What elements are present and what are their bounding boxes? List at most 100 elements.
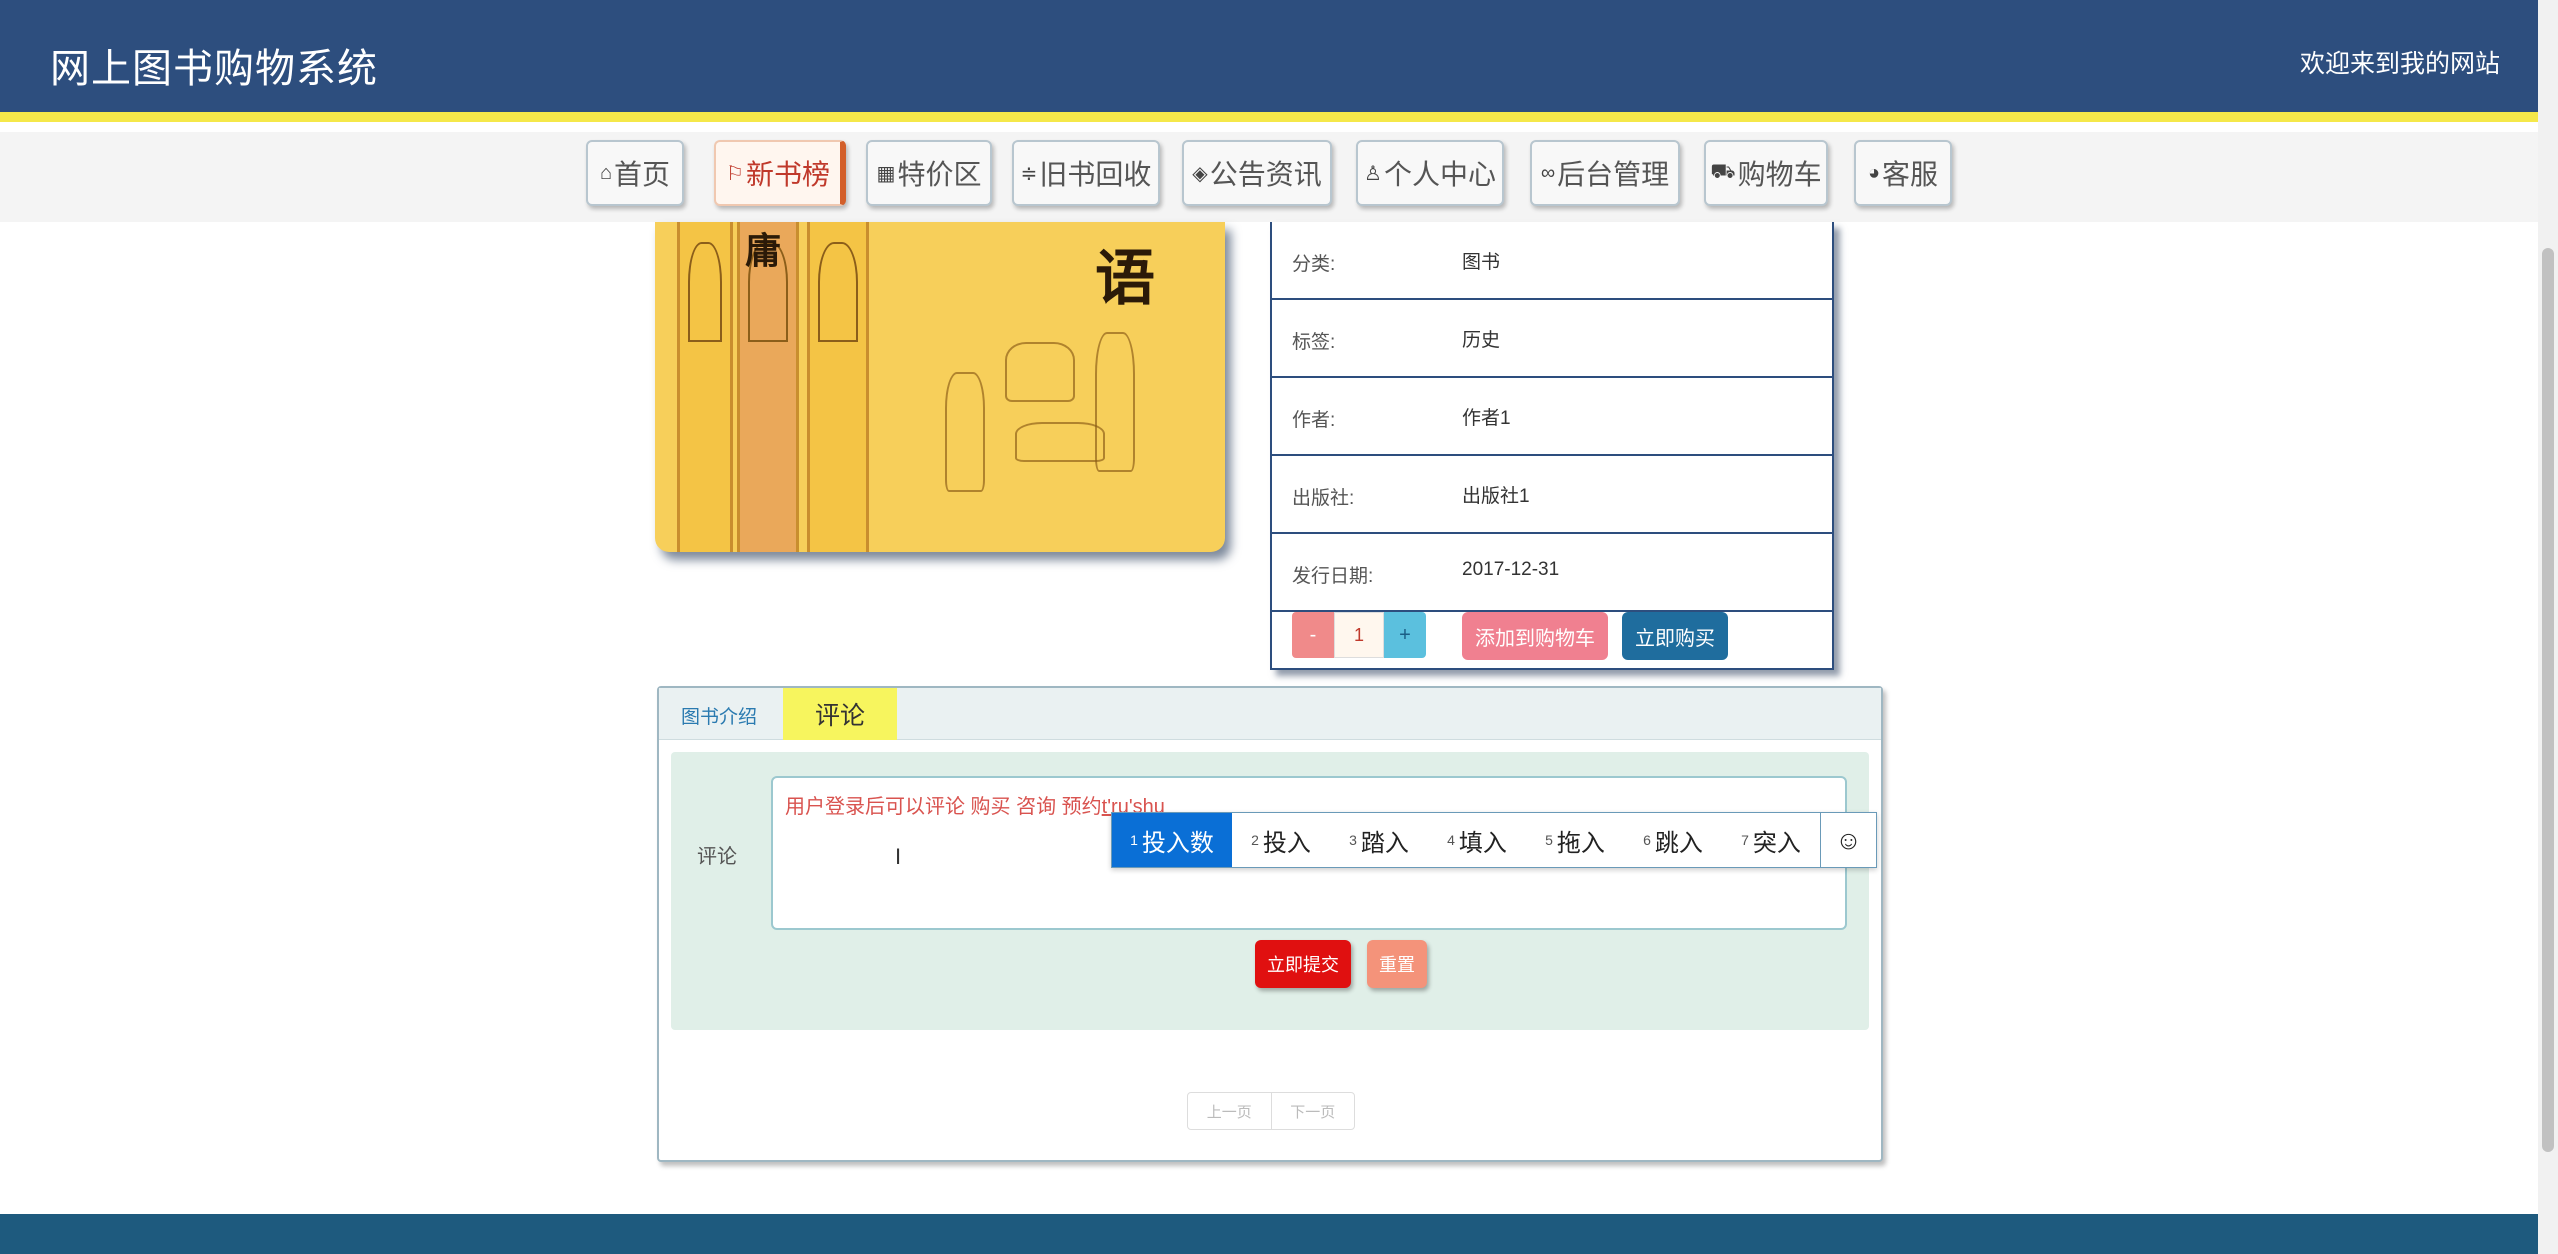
ime-candidate-3[interactable]: 3 踏入 [1330,813,1428,867]
nav-label: 首页 [614,159,671,190]
quantity-increase-button[interactable]: + [1384,612,1426,658]
nav-label: 购物车 [1737,159,1822,190]
scrollbar-thumb[interactable] [2542,248,2554,1152]
candidate-text: 突入 [1752,829,1801,857]
ime-candidate-1[interactable]: 1 投入数 [1112,813,1232,867]
book-cover-image: 庸 语 [655,222,1225,552]
ime-candidate-4[interactable]: 4 填入 [1428,813,1526,867]
home-icon: ⌂ [599,161,613,184]
submit-comment-button[interactable]: 立即提交 [1255,940,1351,988]
info-row-tag: 标签: 历史 [1272,300,1832,378]
info-key: 作者: [1292,410,1336,431]
info-value: 出版社1 [1462,486,1530,507]
candidate-text: 投入 [1262,829,1311,857]
cover-illustration [1015,422,1105,462]
reset-button[interactable]: 重置 [1367,940,1427,988]
book-tabs-panel: 图书介绍 评论 评论 用户登录后可以评论 购买 咨询 预约t'ru'shu I … [657,686,1883,1162]
nav-profile-button[interactable]: ♙ 个人中心 [1356,140,1504,206]
comment-text: 用户登录后可以评论 购买 咨询 预约t'ru'shu [785,790,1165,819]
ime-candidate-bar: 1 投入数 2 投入 3 踏入 4 填入 5 拖入 6 跳入 7 突入 ☺ [1111,812,1877,868]
candidate-index: 1 [1130,832,1138,848]
candidate-index: 6 [1643,832,1651,848]
ime-candidate-7[interactable]: 7 突入 [1722,813,1820,867]
quantity-decrease-button[interactable]: - [1292,612,1334,658]
text-cursor-icon: I [895,844,902,869]
info-value: 图书 [1462,252,1501,273]
user-icon: ♙ [1364,162,1382,185]
link-icon: ∞ [1540,161,1556,184]
info-row-author: 作者: 作者1 [1272,378,1832,456]
buy-now-button[interactable]: 立即购买 [1622,612,1728,660]
info-value: 历史 [1462,330,1501,351]
candidate-index: 2 [1251,832,1259,848]
info-value: 作者1 [1462,408,1511,429]
candidate-text: 填入 [1458,829,1507,857]
tab-book-intro[interactable]: 图书介绍 [681,702,757,729]
nav-label: 特价区 [897,159,982,190]
spine-title: 庸 [745,231,782,271]
ime-candidate-5[interactable]: 5 拖入 [1526,813,1624,867]
candidate-index: 5 [1545,832,1553,848]
next-page-button[interactable]: 下一页 [1270,1093,1355,1129]
candidate-index: 3 [1349,832,1357,848]
nav-news-button[interactable]: ◈ 公告资讯 [1182,140,1332,206]
nav-recycle-button[interactable]: ≑ 旧书回收 [1012,140,1160,206]
info-key: 分类: [1292,254,1336,275]
main-nav: ⌂ 首页 ⚐ 新书榜 ▦ 特价区 ≑ 旧书回收 ◈ 公告资讯 ♙ 个人中心 ∞ 后台管理 ⛟ 购… [0,132,2538,222]
add-to-cart-button[interactable]: 添加到购物车 [1462,612,1608,660]
info-key: 出版社: [1292,488,1355,509]
nav-home-button[interactable]: ⌂ 首页 [586,140,684,206]
info-row-release-date: 发行日期: 2017-12-31 [1272,534,1832,612]
nav-support-button[interactable]: ◕ 客服 [1854,140,1952,206]
nav-label: 个人中心 [1383,159,1496,190]
quantity-input[interactable] [1334,612,1384,658]
site-footer [0,1214,2538,1254]
nav-admin-button[interactable]: ∞ 后台管理 [1530,140,1680,206]
info-key: 标签: [1292,332,1336,353]
tab-bar: 图书介绍 评论 [659,688,1881,740]
nav-cart-button[interactable]: ⛟ 购物车 [1704,140,1828,206]
ime-candidate-6[interactable]: 6 跳入 [1624,813,1722,867]
candidate-text: 拖入 [1556,829,1605,857]
candidate-text: 跳入 [1654,829,1703,857]
nav-label: 后台管理 [1557,159,1670,190]
tab-comments[interactable]: 评论 [783,688,897,740]
nav-label: 旧书回收 [1039,159,1152,190]
emoji-icon[interactable]: ☺ [1820,813,1876,867]
nav-label: 公告资讯 [1209,159,1322,190]
page-scrollbar[interactable] [2538,0,2558,1254]
pagination: 上一页 下一页 [1187,1092,1355,1130]
nav-specials-button[interactable]: ▦ 特价区 [866,140,992,206]
flag-icon: ⚐ [726,162,744,185]
chat-icon: ◕ [1867,161,1881,184]
comment-form: 评论 用户登录后可以评论 购买 咨询 预约t'ru'shu I 立即提交 重置 [671,752,1869,1030]
comment-text-committed: 用户登录后可以评论 购买 咨询 预约 [785,796,1102,818]
prev-page-button[interactable]: 上一页 [1188,1093,1271,1129]
site-title: 网上图书购物系统 [50,47,378,91]
book-spine [677,222,733,552]
cover-title: 语 [1095,246,1155,312]
book-info-table: 分类: 图书 标签: 历史 作者: 作者1 出版社: 出版社1 发行日期: 20… [1270,222,1834,670]
info-row-publisher: 出版社: 出版社1 [1272,456,1832,534]
layers-icon: ◈ [1192,162,1208,185]
site-header: 网上图书购物系统 欢迎来到我的网站 [0,0,2538,122]
nav-label: 客服 [1882,159,1939,190]
nav-new-books-button[interactable]: ⚐ 新书榜 [714,140,846,206]
candidate-text: 踏入 [1360,829,1409,857]
info-row-category: 分类: 图书 [1272,222,1832,300]
nav-label: 新书榜 [745,159,830,190]
info-value: 2017-12-31 [1462,559,1560,580]
info-key: 发行日期: [1292,566,1374,587]
candidate-text: 投入数 [1141,829,1214,857]
ime-candidate-2[interactable]: 2 投入 [1232,813,1330,867]
apps-icon: ▦ [876,162,896,185]
candidate-index: 4 [1447,832,1455,848]
sliders-icon: ≑ [1020,162,1038,185]
book-spine [807,222,869,552]
cart-icon: ⛟ [1710,160,1736,183]
welcome-text: 欢迎来到我的网站 [2299,50,2500,78]
cover-illustration [945,372,985,492]
comment-label: 评论 [697,846,737,868]
candidate-index: 7 [1741,832,1749,848]
cover-illustration [1005,342,1075,402]
